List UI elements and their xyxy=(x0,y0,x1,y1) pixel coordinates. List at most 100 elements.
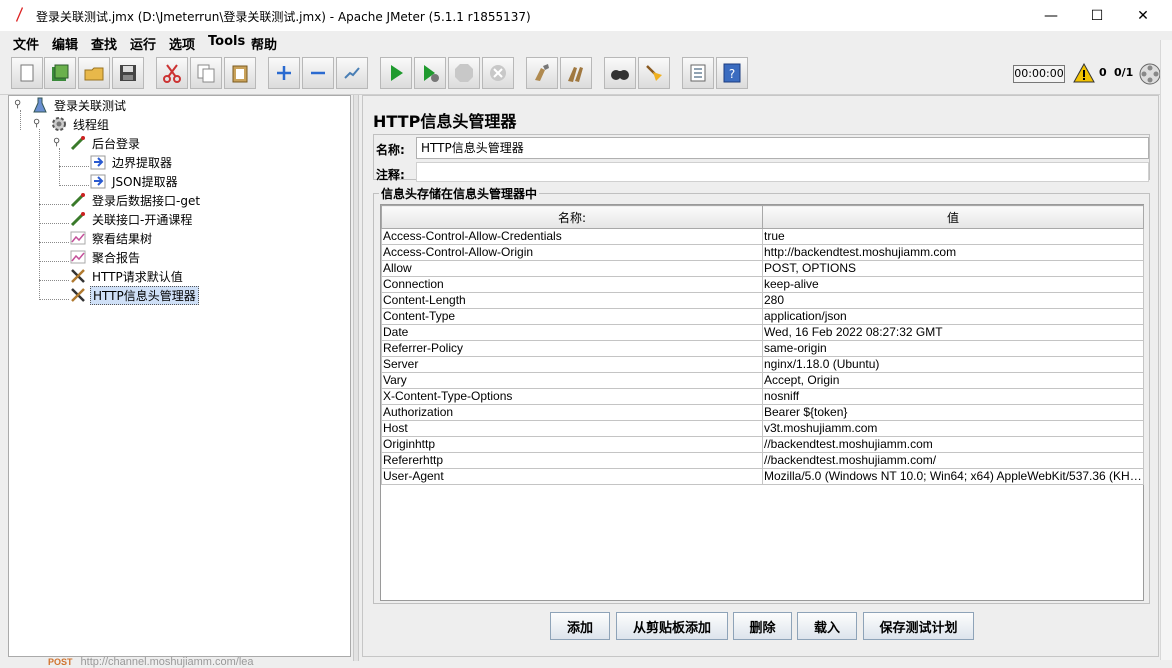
tree-node-test-plan[interactable]: 登录关联测试 xyxy=(31,96,128,114)
start-no-pauses-button[interactable] xyxy=(414,57,446,89)
header-value-cell[interactable]: POST, OPTIONS xyxy=(762,260,1144,277)
table-row[interactable]: Content-Length 280 xyxy=(381,292,1144,309)
table-row[interactable]: Access-Control-Allow-Origin http://backen… xyxy=(381,244,1144,261)
tree-node-sampler[interactable]: 登录后数据接口-get xyxy=(69,191,202,209)
clear-button[interactable] xyxy=(526,57,558,89)
collapse-toggle[interactable]: ⚲ xyxy=(33,118,40,129)
collapse-toggle[interactable]: ⚲ xyxy=(14,99,21,110)
tree-node-thread-group[interactable]: 线程组 xyxy=(50,115,111,133)
add-button[interactable]: 添加 xyxy=(550,612,610,640)
paste-button[interactable] xyxy=(224,57,256,89)
header-name-cell[interactable]: Host xyxy=(381,420,763,437)
header-name-cell[interactable]: User-Agent xyxy=(381,468,763,485)
tree-node-config-selected[interactable]: HTTP信息头管理器 xyxy=(69,285,199,305)
tree-node-sampler[interactable]: 关联接口-开通课程 xyxy=(69,210,194,228)
menu-search[interactable]: 查找 xyxy=(91,34,117,53)
header-value-cell[interactable]: nginx/1.18.0 (Ubuntu) xyxy=(762,356,1144,373)
header-value-cell[interactable]: Mozilla/5.0 (Windows NT 10.0; Win64; x64… xyxy=(762,468,1144,485)
warning-icon[interactable] xyxy=(1073,63,1095,83)
toggle-button[interactable] xyxy=(336,57,368,89)
save-button[interactable] xyxy=(112,57,144,89)
header-value-cell[interactable]: //backendtest.moshujiamm.com xyxy=(762,436,1144,453)
header-name-cell[interactable]: Server xyxy=(381,356,763,373)
shutdown-button[interactable] xyxy=(482,57,514,89)
header-value-cell[interactable]: Accept, Origin xyxy=(762,372,1144,389)
header-name-cell[interactable]: Originhttp xyxy=(381,436,763,453)
tree-node-listener[interactable]: 聚合报告 xyxy=(69,248,142,266)
collapse-all-button[interactable] xyxy=(302,57,334,89)
table-row[interactable]: Authorization Bearer ${token} xyxy=(381,404,1144,421)
header-name-cell[interactable]: Content-Length xyxy=(381,292,763,309)
start-button[interactable] xyxy=(380,57,412,89)
header-name-cell[interactable]: Access-Control-Allow-Origin xyxy=(381,244,763,261)
templates-button[interactable] xyxy=(44,57,76,89)
collapse-toggle[interactable]: ⚲ xyxy=(53,137,60,148)
menu-tools[interactable]: Tools xyxy=(208,34,245,49)
tree-node-config[interactable]: HTTP请求默认值 xyxy=(69,267,185,285)
search-button[interactable] xyxy=(604,57,636,89)
header-value-cell[interactable]: Bearer ${token} xyxy=(762,404,1144,421)
table-row[interactable]: Server nginx/1.18.0 (Ubuntu) xyxy=(381,356,1144,373)
tree-node-extractor[interactable]: 边界提取器 xyxy=(89,153,174,171)
name-field[interactable]: HTTP信息头管理器 xyxy=(416,137,1149,159)
load-button[interactable]: 载入 xyxy=(797,612,857,640)
table-row[interactable]: Date Wed, 16 Feb 2022 08:27:32 GMT xyxy=(381,324,1144,341)
tree-node-sampler[interactable]: 后台登录 xyxy=(69,134,142,152)
table-row[interactable]: Refererhttp//backendtest.moshujiamm.com/ xyxy=(381,452,1144,469)
header-name-cell[interactable]: Authorization xyxy=(381,404,763,421)
headers-table[interactable]: 名称: 值 Access-Control-Allow-Credentials tr… xyxy=(380,204,1144,601)
menu-options[interactable]: 选项 xyxy=(169,34,195,53)
menu-file[interactable]: 文件 xyxy=(13,34,39,53)
open-button[interactable] xyxy=(78,57,110,89)
header-value-cell[interactable]: //backendtest.moshujiamm.com/ xyxy=(762,452,1144,469)
new-button[interactable] xyxy=(11,57,43,89)
header-value-cell[interactable]: Wed, 16 Feb 2022 08:27:32 GMT xyxy=(762,324,1144,341)
help-button[interactable]: ? xyxy=(716,57,748,89)
close-button[interactable]: ✕ xyxy=(1120,0,1166,31)
save-test-plan-button[interactable]: 保存测试计划 xyxy=(863,612,974,640)
header-name-cell[interactable]: Referrer-Policy xyxy=(381,340,763,357)
clear-all-button[interactable] xyxy=(560,57,592,89)
header-name-cell[interactable]: X-Content-Type-Options xyxy=(381,388,763,405)
header-value-cell[interactable]: same-origin xyxy=(762,340,1144,357)
header-name-cell[interactable]: Access-Control-Allow-Credentials xyxy=(381,228,763,245)
function-helper-button[interactable] xyxy=(682,57,714,89)
column-header-name[interactable]: 名称: xyxy=(381,205,763,229)
minimize-button[interactable]: — xyxy=(1028,0,1074,31)
table-row[interactable]: X-Content-Type-Options nosniff xyxy=(381,388,1144,405)
header-value-cell[interactable]: v3t.moshujiamm.com xyxy=(762,420,1144,437)
tree-node-listener[interactable]: 察看结果树 xyxy=(69,229,154,247)
menu-edit[interactable]: 编辑 xyxy=(52,34,78,53)
split-pane-divider[interactable] xyxy=(353,95,359,661)
copy-button[interactable] xyxy=(190,57,222,89)
header-name-cell[interactable]: Vary xyxy=(381,372,763,389)
expand-all-button[interactable] xyxy=(268,57,300,89)
maximize-button[interactable]: ☐ xyxy=(1074,0,1120,31)
table-row[interactable]: Allow POST, OPTIONS xyxy=(381,260,1144,277)
header-value-cell[interactable]: http://backendtest.moshujiamm.com xyxy=(762,244,1144,261)
header-name-cell[interactable]: Connection xyxy=(381,276,763,293)
header-value-cell[interactable]: keep-alive xyxy=(762,276,1144,293)
header-value-cell[interactable]: application/json xyxy=(762,308,1144,325)
cut-button[interactable] xyxy=(156,57,188,89)
table-row[interactable]: Access-Control-Allow-Credentials true xyxy=(381,228,1144,245)
add-from-clipboard-button[interactable]: 从剪贴板添加 xyxy=(616,612,728,640)
header-name-cell[interactable]: Refererhttp xyxy=(381,452,763,469)
column-header-value[interactable]: 值 xyxy=(762,205,1144,229)
header-name-cell[interactable]: Allow xyxy=(381,260,763,277)
header-name-cell[interactable]: Content-Type xyxy=(381,308,763,325)
header-value-cell[interactable]: 280 xyxy=(762,292,1144,309)
table-row[interactable]: Originhttp//backendtest.moshujiamm.com xyxy=(381,436,1144,453)
comment-field[interactable] xyxy=(416,162,1149,182)
menu-help[interactable]: 帮助 xyxy=(251,34,277,53)
reset-search-button[interactable] xyxy=(638,57,670,89)
table-row[interactable]: Vary Accept, Origin xyxy=(381,372,1144,389)
table-row[interactable]: Content-Type application/json xyxy=(381,308,1144,325)
table-row[interactable]: Host v3t.moshujiamm.com xyxy=(381,420,1144,437)
tree-node-extractor[interactable]: JSON提取器 xyxy=(89,172,180,190)
test-plan-tree[interactable]: ⚲ ⚲ ⚲ 登录关联测试 线程组 后台登录 边界提取器 JSON提取器 登录后数… xyxy=(8,95,351,657)
header-value-cell[interactable]: true xyxy=(762,228,1144,245)
menu-run[interactable]: 运行 xyxy=(130,34,156,53)
delete-button[interactable]: 删除 xyxy=(733,612,792,640)
stop-button[interactable] xyxy=(448,57,480,89)
